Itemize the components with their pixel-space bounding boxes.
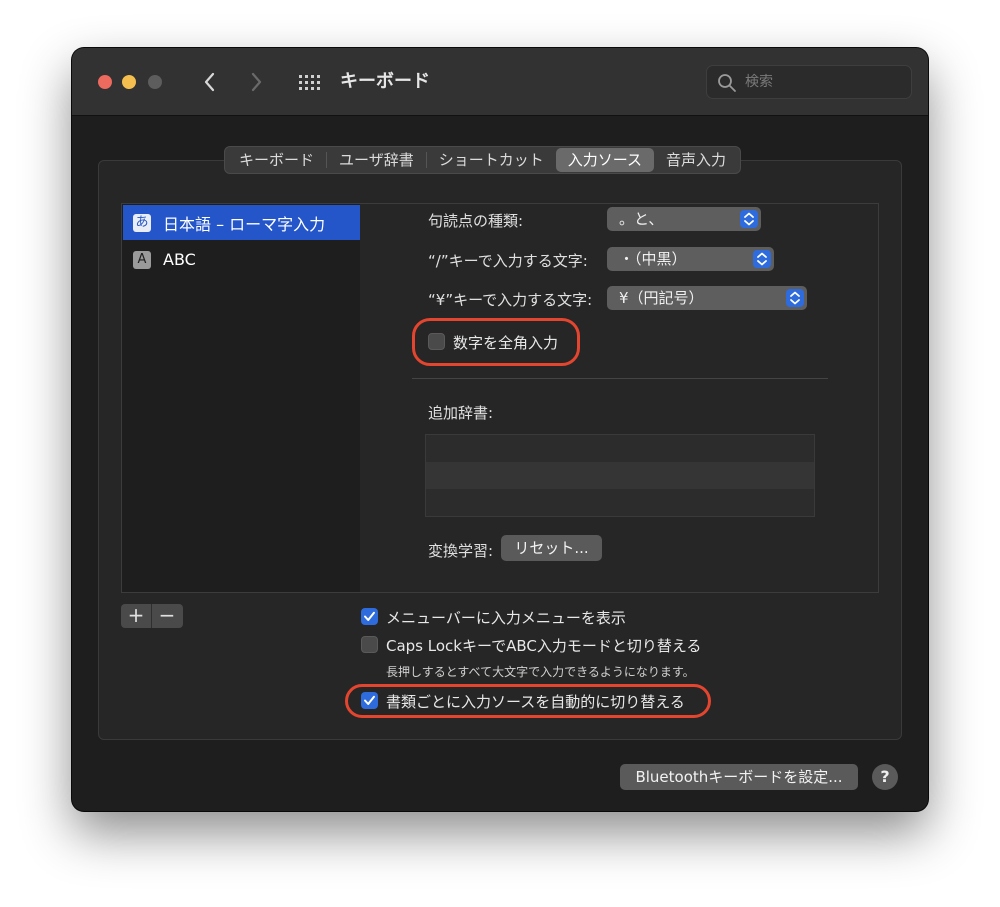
preferences-window: キーボード 検索 キーボード ユーザ辞書 ショートカット 入力ソース 音声入力 … (72, 48, 928, 811)
list-item[interactable] (426, 489, 814, 516)
fullwidth-numbers-label: 数字を全角入力 (453, 334, 559, 352)
search-icon (718, 74, 736, 92)
slash-key-popup[interactable]: ・（中黒） (607, 247, 774, 271)
show-input-menu-checkbox[interactable] (361, 608, 378, 625)
additional-dictionaries-label: 追加辞書: (428, 404, 494, 422)
auto-switch-source-label: 書類ごとに入力ソースを自動的に切り替える (386, 693, 685, 711)
list-item[interactable] (426, 462, 814, 489)
additional-dictionaries-list[interactable] (425, 434, 815, 517)
slash-key-value: ・（中黒） (619, 250, 687, 268)
show-all-grid-icon[interactable] (298, 72, 320, 94)
window-title: キーボード (340, 71, 430, 92)
list-item[interactable] (426, 435, 814, 462)
settings-divider (412, 378, 828, 379)
input-source-list[interactable]: あ 日本語 – ローマ字入力 A ABC (121, 203, 361, 593)
list-item-label: ABC (163, 250, 196, 269)
show-input-menu-label: メニューバーに入力メニューを表示 (386, 609, 626, 627)
zoom-window-button[interactable] (148, 75, 162, 89)
conversion-learning-label: 変換学習: (428, 542, 494, 560)
tab-dictation[interactable]: 音声入力 (654, 148, 738, 172)
back-chevron-icon[interactable] (198, 68, 222, 96)
yen-key-label: “¥”キーで入力する文字: (428, 291, 593, 309)
tab-user-dictionary[interactable]: ユーザ辞書 (327, 148, 426, 172)
capslock-note: 長押しするとすべて大文字で入力できるようになります。 (386, 665, 695, 679)
yen-key-popup[interactable]: ¥（円記号） (607, 286, 807, 310)
punctuation-value: 。と、 (619, 210, 664, 228)
tab-bar: キーボード ユーザ辞書 ショートカット 入力ソース 音声入力 (224, 146, 742, 174)
japanese-input-icon: あ (133, 213, 151, 232)
capslock-switch-label: Caps LockキーでABC入力モードと切り替える (386, 637, 702, 655)
slash-key-label: “/”キーで入力する文字: (428, 252, 588, 270)
setup-bluetooth-keyboard-button[interactable]: Bluetoothキーボードを設定... (620, 764, 858, 790)
checkmark-icon (364, 695, 375, 705)
list-item-label: 日本語 – ローマ字入力 (163, 214, 326, 234)
help-button[interactable]: ? (872, 764, 898, 790)
forward-chevron-icon[interactable] (244, 68, 268, 96)
search-field[interactable]: 検索 (706, 65, 912, 99)
close-window-button[interactable] (98, 75, 112, 89)
list-item-abc[interactable]: A ABC (123, 242, 360, 277)
abc-input-icon: A (133, 250, 151, 269)
add-source-button[interactable]: + (121, 604, 151, 628)
tab-shortcuts[interactable]: ショートカット (427, 148, 556, 172)
yen-key-value: ¥（円記号） (619, 289, 704, 307)
fullwidth-numbers-checkbox[interactable] (428, 333, 445, 350)
punctuation-label: 句読点の種類: (428, 212, 524, 230)
updown-chevron-icon (740, 210, 758, 228)
add-remove-control: + − (121, 604, 183, 628)
tab-keyboard[interactable]: キーボード (227, 148, 326, 172)
remove-source-button[interactable]: − (152, 604, 182, 628)
updown-chevron-icon (786, 289, 804, 307)
search-placeholder: 検索 (745, 74, 773, 90)
minimize-window-button[interactable] (122, 75, 136, 89)
checkmark-icon (364, 611, 375, 621)
tab-input-sources[interactable]: 入力ソース (555, 148, 654, 172)
list-item-japanese-romaji[interactable]: あ 日本語 – ローマ字入力 (123, 205, 360, 240)
updown-chevron-icon (753, 250, 771, 268)
title-bar: キーボード 検索 (72, 48, 928, 116)
auto-switch-source-checkbox[interactable] (361, 692, 378, 709)
punctuation-popup[interactable]: 。と、 (607, 207, 761, 231)
reset-learning-button[interactable]: リセット... (501, 535, 602, 561)
capslock-switch-checkbox[interactable] (361, 636, 378, 653)
